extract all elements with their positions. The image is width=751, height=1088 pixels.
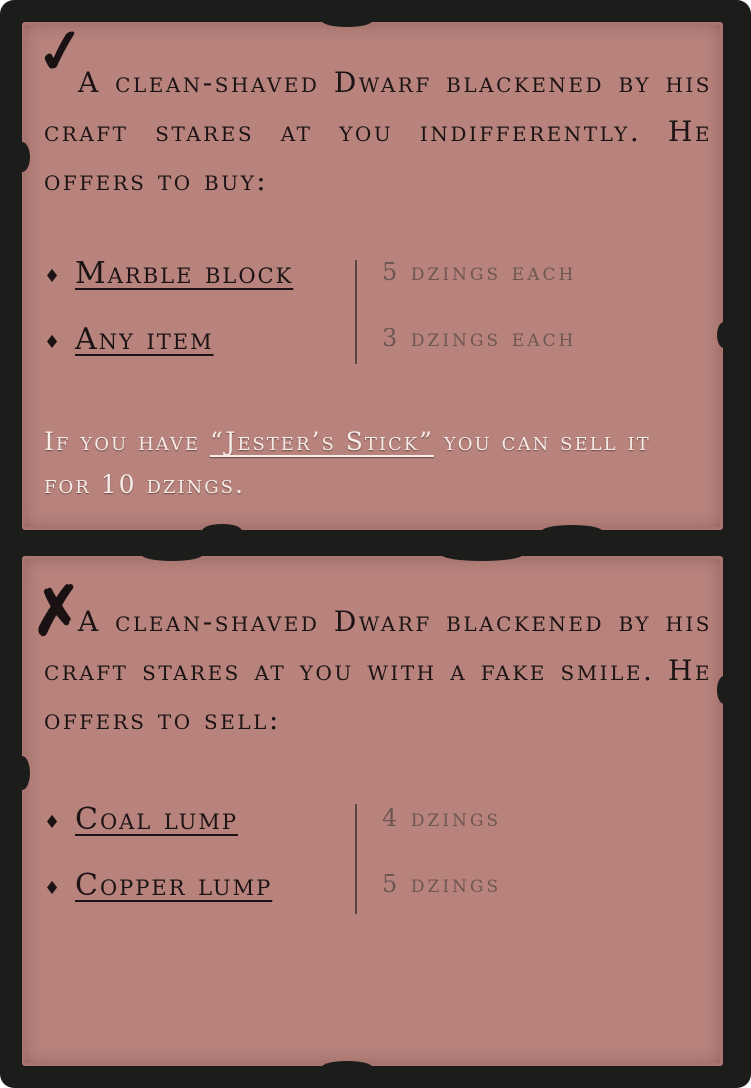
card-frame: ✓ ✗ A clean-shaved Dwarf blackened by hi… <box>0 0 751 1088</box>
diamond-bullet-icon: ♦ <box>44 266 61 287</box>
diamond-bullet-icon: ♦ <box>44 332 61 353</box>
jester-stick-note: If you have “Jester’s Stick” you can sel… <box>44 420 684 506</box>
price-any-item: 3 dzings each <box>382 324 577 352</box>
item-link-copper-lump[interactable]: Copper lump <box>75 868 272 903</box>
price-coal-lump: 4 dzings <box>382 804 502 832</box>
price-copper-lump: 5 dzings <box>382 870 502 898</box>
price-divider <box>355 260 357 364</box>
jester-stick-link[interactable]: “Jester’s Stick” <box>210 427 434 456</box>
item-link-coal-lump[interactable]: Coal lump <box>75 802 238 837</box>
diamond-bullet-icon: ♦ <box>44 878 61 899</box>
price-marble-block: 5 dzings each <box>382 258 577 286</box>
note-prefix: If you have <box>44 427 210 456</box>
buy-description: A clean-shaved Dwarf blackened by his cr… <box>44 66 712 197</box>
diamond-bullet-icon: ♦ <box>44 812 61 833</box>
price-divider <box>355 804 357 914</box>
item-link-any-item[interactable]: Any item <box>75 322 214 357</box>
sell-description: A clean-shaved Dwarf blackened by his cr… <box>44 605 712 736</box>
item-link-marble-block[interactable]: Marble block <box>75 256 293 291</box>
